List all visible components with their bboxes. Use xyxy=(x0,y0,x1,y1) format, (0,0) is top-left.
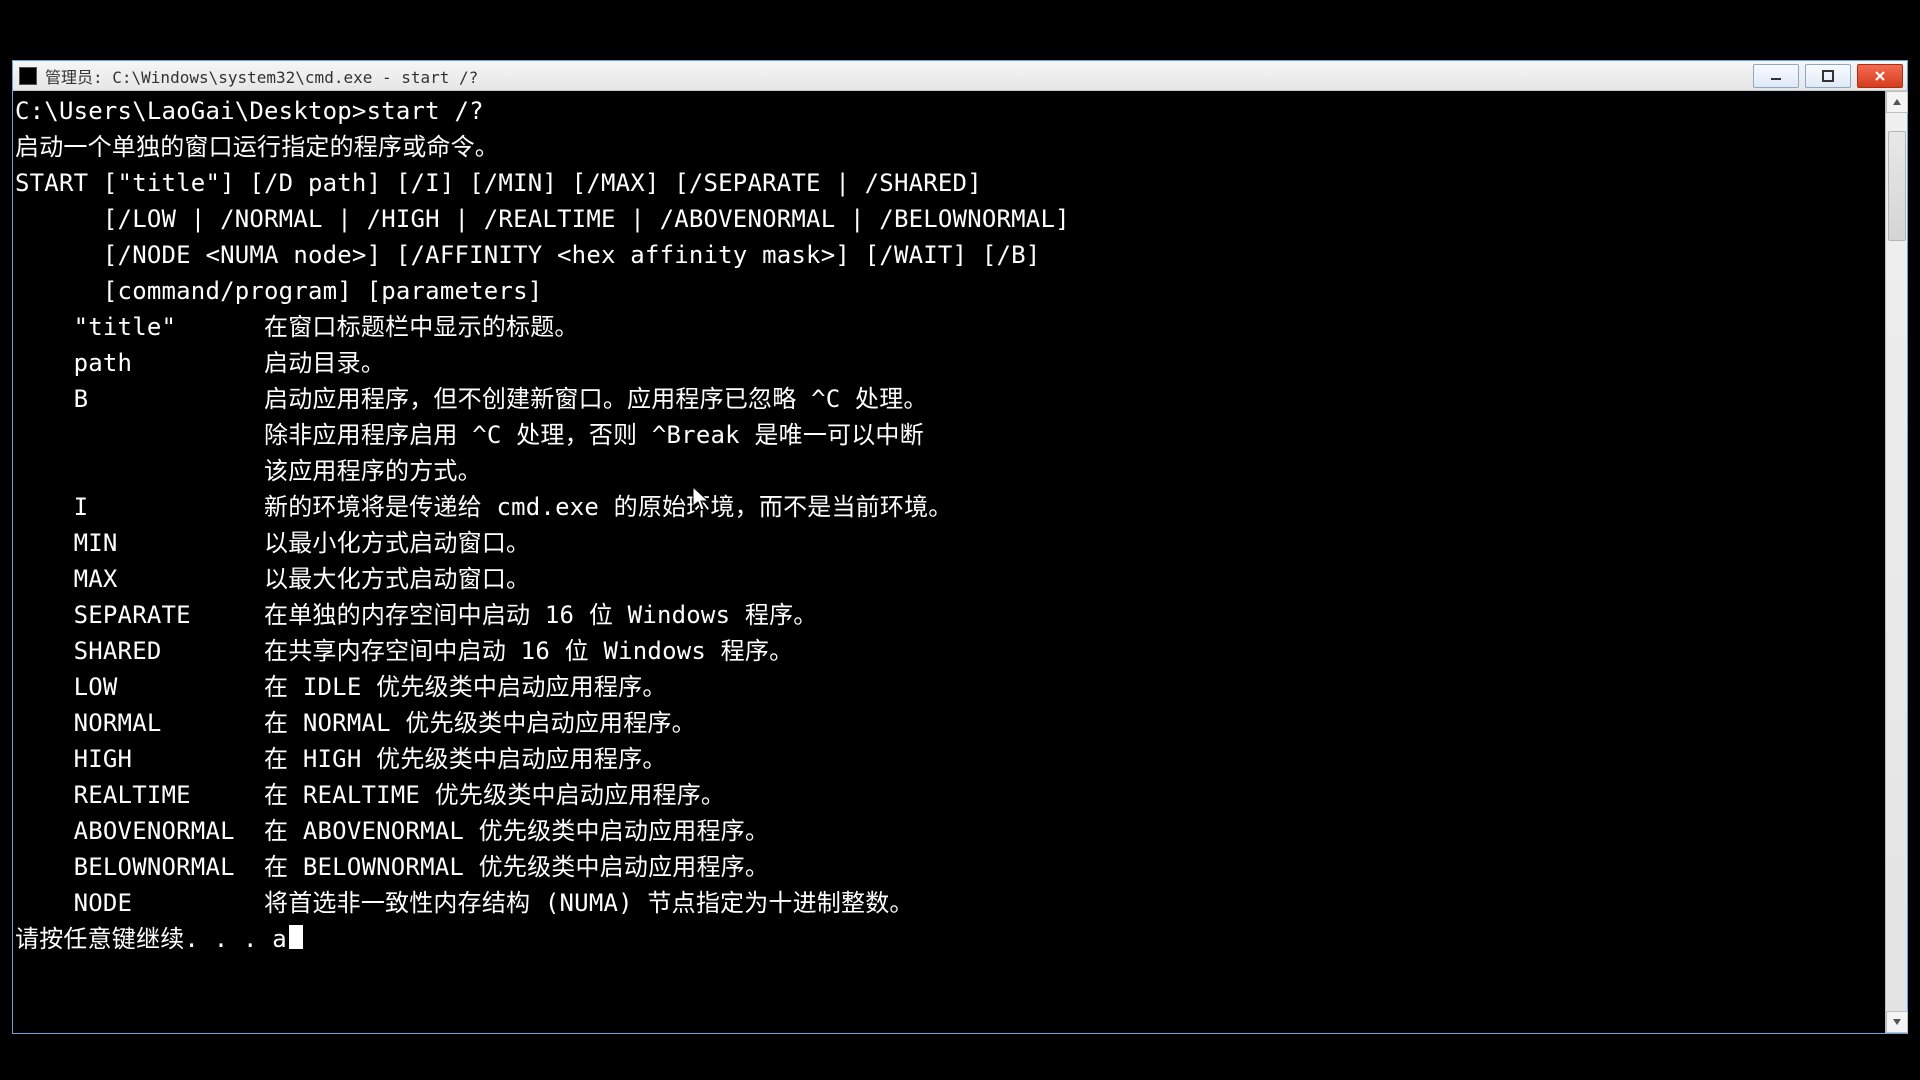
maximize-button[interactable] xyxy=(1805,64,1851,88)
terminal-line: 该应用程序的方式。 xyxy=(15,453,1883,489)
window-buttons xyxy=(1753,64,1903,88)
scroll-thumb[interactable] xyxy=(1888,131,1906,241)
pause-prompt[interactable]: 请按任意键继续. . . a xyxy=(15,921,1883,957)
terminal-line: REALTIME 在 REALTIME 优先级类中启动应用程序。 xyxy=(15,777,1883,813)
terminal-line: HIGH 在 HIGH 优先级类中启动应用程序。 xyxy=(15,741,1883,777)
terminal-line: MAX 以最大化方式启动窗口。 xyxy=(15,561,1883,597)
terminal-line: NORMAL 在 NORMAL 优先级类中启动应用程序。 xyxy=(15,705,1883,741)
chevron-up-icon xyxy=(1892,97,1902,107)
terminal-line: SHARED 在共享内存空间中启动 16 位 Windows 程序。 xyxy=(15,633,1883,669)
terminal-line: [command/program] [parameters] xyxy=(15,273,1883,309)
terminal-line: LOW 在 IDLE 优先级类中启动应用程序。 xyxy=(15,669,1883,705)
terminal-line: [/NODE <NUMA node>] [/AFFINITY <hex affi… xyxy=(15,237,1883,273)
terminal-line: START ["title"] [/D path] [/I] [/MIN] [/… xyxy=(15,165,1883,201)
close-icon xyxy=(1873,69,1887,83)
terminal-line: [/LOW | /NORMAL | /HIGH | /REALTIME | /A… xyxy=(15,201,1883,237)
text-cursor xyxy=(289,925,303,949)
scroll-down-button[interactable] xyxy=(1886,1011,1908,1033)
terminal-line: "title" 在窗口标题栏中显示的标题。 xyxy=(15,309,1883,345)
minimize-button[interactable] xyxy=(1753,64,1799,88)
terminal-line: B 启动应用程序，但不创建新窗口。应用程序已忽略 ^C 处理。 xyxy=(15,381,1883,417)
terminal-line: NODE 将首选非一致性内存结构 (NUMA) 节点指定为十进制整数。 xyxy=(15,885,1883,921)
maximize-icon xyxy=(1821,69,1835,83)
window-title: 管理员: C:\Windows\system32\cmd.exe - start… xyxy=(45,64,478,88)
cmd-window: 管理员: C:\Windows\system32\cmd.exe - start… xyxy=(12,60,1908,1034)
minimize-icon xyxy=(1769,69,1783,83)
terminal-line: I 新的环境将是传递给 cmd.exe 的原始环境，而不是当前环境。 xyxy=(15,489,1883,525)
terminal-line: BELOWNORMAL 在 BELOWNORMAL 优先级类中启动应用程序。 xyxy=(15,849,1883,885)
terminal-line: path 启动目录。 xyxy=(15,345,1883,381)
title-bar[interactable]: 管理员: C:\Windows\system32\cmd.exe - start… xyxy=(13,61,1907,91)
terminal-line: MIN 以最小化方式启动窗口。 xyxy=(15,525,1883,561)
client-area: C:\Users\LaoGai\Desktop>start /?启动一个单独的窗… xyxy=(13,91,1907,1033)
terminal-line: SEPARATE 在单独的内存空间中启动 16 位 Windows 程序。 xyxy=(15,597,1883,633)
terminal-line: C:\Users\LaoGai\Desktop>start /? xyxy=(15,93,1883,129)
vertical-scrollbar[interactable] xyxy=(1885,91,1907,1033)
desktop-background: 管理员: C:\Windows\system32\cmd.exe - start… xyxy=(0,0,1920,1080)
cmd-icon xyxy=(19,67,37,85)
scroll-up-button[interactable] xyxy=(1886,91,1908,113)
terminal-line: ABOVENORMAL 在 ABOVENORMAL 优先级类中启动应用程序。 xyxy=(15,813,1883,849)
terminal-output[interactable]: C:\Users\LaoGai\Desktop>start /?启动一个单独的窗… xyxy=(15,93,1883,1031)
chevron-down-icon xyxy=(1892,1017,1902,1027)
terminal-line: 启动一个单独的窗口运行指定的程序或命令。 xyxy=(15,129,1883,165)
close-button[interactable] xyxy=(1857,64,1903,88)
terminal-line: 除非应用程序启用 ^C 处理，否则 ^Break 是唯一可以中断 xyxy=(15,417,1883,453)
